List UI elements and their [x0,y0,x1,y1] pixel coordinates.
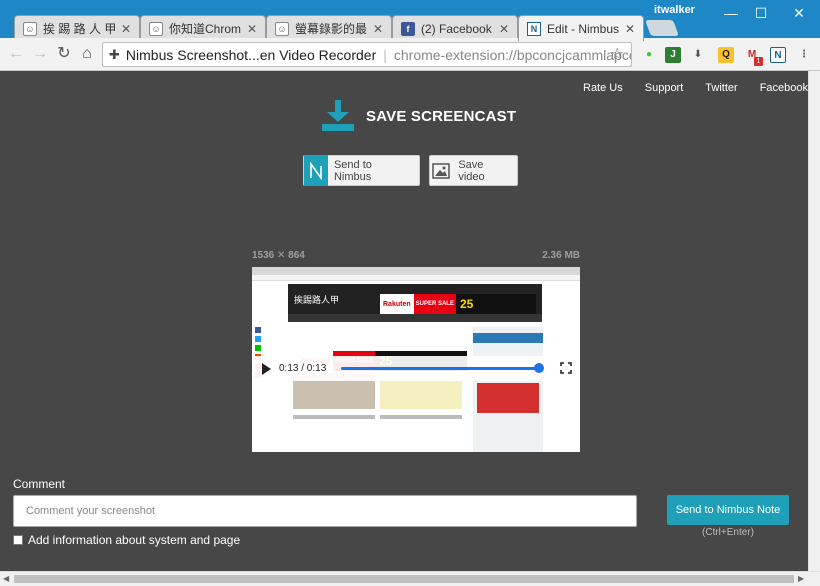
download-icon [322,100,354,131]
video-progress-bar[interactable] [341,367,539,370]
close-icon[interactable]: ✕ [121,22,131,36]
horizontal-scrollbar[interactable]: ◀ ▶ [0,571,820,586]
address-bar[interactable]: ✚ Nimbus Screenshot...en Video Recorder … [102,42,632,67]
tab-title: 挨 踢 路 人 甲 - h [43,22,115,36]
save-video-button[interactable]: Save video [429,155,518,186]
nimbus-logo-icon [304,155,328,186]
maximize-icon[interactable]: ☐ [746,4,776,24]
video-dimensions: 1536 ✕ 864 [252,250,305,261]
new-tab-button[interactable] [645,20,679,36]
send-to-nimbus-note-button[interactable]: Send to Nimbus Note [667,495,789,525]
video-size: 2.36 MB [542,250,580,261]
browser-tab-active[interactable]: N Edit - Nimbus Sc ✕ [518,15,644,41]
preview-text-line [380,415,462,419]
close-icon[interactable]: ✕ [625,22,635,36]
play-icon[interactable] [262,362,271,375]
preview-sidebar-header [473,333,543,343]
link-rate-us[interactable]: Rate Us [583,82,623,94]
banner-discount: 25 [459,297,474,311]
link-twitter[interactable]: Twitter [705,82,737,94]
green-extension-icon[interactable]: J [665,47,681,63]
video-progress-knob[interactable] [534,363,544,373]
page-title: SAVE SCREENCAST [366,107,517,125]
tab-title: 你知道Chrome [169,22,241,36]
tab-title: 螢幕錄影的最佳 [295,22,367,36]
fullscreen-icon[interactable] [560,362,572,374]
menu-dots-icon[interactable]: ⋮ [796,47,812,63]
top-links: Rate Us Support Twitter Facebook [561,82,808,94]
reload-icon[interactable]: ↻ [54,44,74,64]
preview-addressbar [252,275,580,281]
close-icon[interactable]: ✕ [247,22,257,36]
facebook-icon: f [401,21,415,36]
add-info-row[interactable]: Add information about system and page [13,533,240,547]
scroll-left-icon[interactable]: ◀ [3,574,9,583]
preview-nav [288,314,542,322]
share-facebook-icon [255,327,261,333]
address-url: chrome-extension://bpconcjcammlapcogc... [393,46,631,63]
close-icon[interactable]: ✕ [373,22,383,36]
share-line-icon [255,345,261,351]
pocket-icon[interactable]: ⬇ [690,47,706,63]
bookmark-star-icon[interactable]: ☆ [610,44,624,64]
extension-puzzle-icon: ✚ [109,46,120,62]
browser-toolbar: ← → ↻ ⌂ ✚ Nimbus Screenshot...en Video R… [0,38,820,71]
extension-name: Nimbus Screenshot...en Video Recorder [125,46,377,63]
evernote-icon[interactable]: ● [641,47,657,63]
person-icon: ☺ [23,21,37,36]
person-icon: ☺ [149,21,163,36]
keyboard-shortcut-hint: (Ctrl+Enter) [702,527,754,538]
tab-title: Edit - Nimbus Sc [547,21,619,36]
close-icon[interactable]: ✕ [499,22,509,36]
forward-arrow-icon[interactable]: → [30,44,50,64]
video-time: 0:13 / 0:13 [279,363,327,374]
send-to-nimbus-button[interactable]: Send to Nimbus [303,155,420,186]
image-icon [430,155,452,186]
send-to-nimbus-label: Send to Nimbus [333,158,372,183]
vertical-scrollbar[interactable] [808,71,820,571]
page-heading: SAVE SCREENCAST [320,99,516,133]
add-info-label: Add information about system and page [28,533,241,547]
preview-banner-top: Rakuten SUPER SALE 25 [380,294,536,314]
preview-sidebar [473,327,543,452]
back-arrow-icon[interactable]: ← [6,44,26,64]
close-window-icon[interactable]: ✕ [784,4,814,24]
profile-name[interactable]: itwalker [654,4,695,16]
preview-site-title: 挨踢路人甲 [294,295,340,305]
preview-text-line [293,415,375,419]
save-video-label: Save video [458,158,485,183]
nimbus-icon: N [527,21,541,36]
share-twitter-icon [255,336,261,342]
yellow-extension-icon[interactable]: Q [718,47,734,63]
comment-label: Comment [13,477,66,491]
address-separator: | [383,46,387,63]
tab-strip: ☺ 挨 踢 路 人 甲 - h ✕ ☺ 你知道Chrome ✕ ☺ 螢幕錄影的最… [0,0,820,41]
minimize-icon[interactable]: — [716,4,746,24]
comment-input[interactable] [13,495,637,527]
video-controls: 0:13 / 0:13 [252,356,580,381]
person-icon: ☺ [275,21,289,36]
notification-badge: 1 [754,57,763,66]
home-icon[interactable]: ⌂ [77,44,97,64]
tab-title: (2) Facebook [421,21,492,36]
preview-tabbar [252,267,580,275]
add-info-checkbox[interactable] [13,535,23,545]
scrollbar-thumb[interactable] [14,575,794,583]
scroll-right-icon[interactable]: ▶ [798,574,804,583]
link-support[interactable]: Support [645,82,684,94]
banner-brand: Rakuten [380,294,414,314]
banner-sale: SUPER SALE [413,294,456,314]
nimbus-extension-icon[interactable]: N [770,47,786,63]
link-facebook[interactable]: Facebook [760,82,808,94]
preview-sidebar-ad [477,383,539,413]
